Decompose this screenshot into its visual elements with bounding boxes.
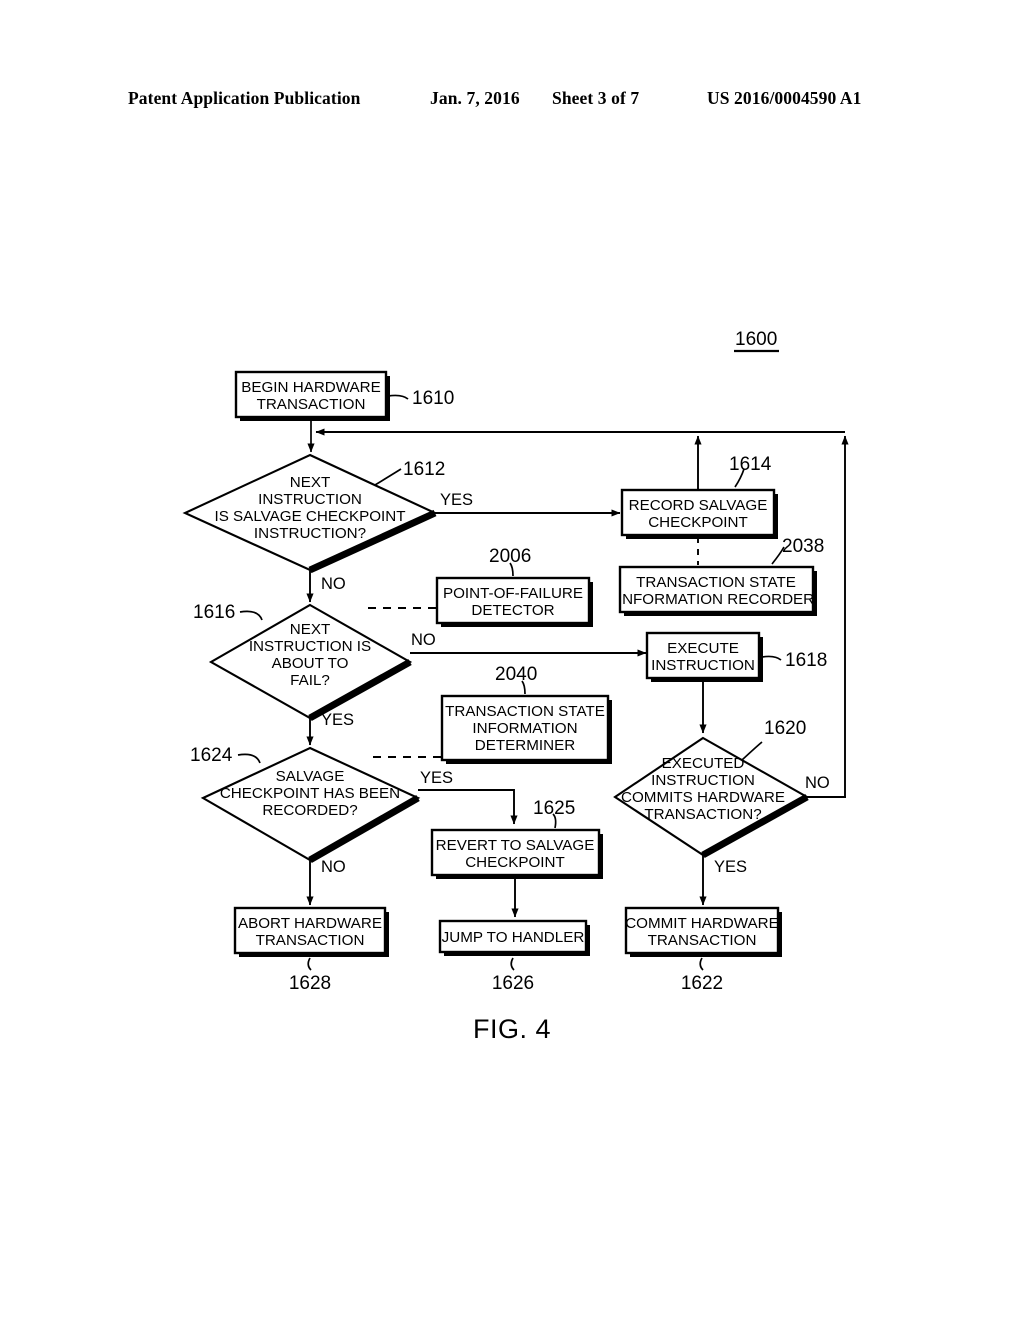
ref-2006: 2006 [489, 546, 531, 567]
node-execute-instruction: EXECUTE INSTRUCTION 1618 [645, 631, 827, 682]
d1624-line2: CHECKPOINT HAS BEEN [220, 785, 400, 802]
node-begin-hardware-transaction: BEGIN HARDWARE TRANSACTION 1610 [234, 370, 454, 421]
edge-1616-no: NO [410, 631, 647, 657]
edge-1624-yes: YES [418, 769, 518, 825]
d1612-line2: INSTRUCTION [258, 491, 362, 508]
figure-caption: FIG. 4 [472, 1014, 551, 1044]
n1622-line2: TRANSACTION [648, 932, 757, 949]
node-transaction-state-information-determiner: TRANSACTION STATE INFORMATION DETERMINER… [440, 664, 612, 764]
ref-1618: 1618 [785, 650, 827, 671]
ref-1614: 1614 [729, 454, 772, 475]
edge-1612-no: NO [306, 570, 346, 603]
n2040-line1: TRANSACTION STATE [445, 703, 605, 720]
label-yes-1624: YES [420, 769, 453, 787]
label-yes-1616: YES [321, 711, 354, 729]
d1624-line1: SALVAGE [276, 768, 345, 785]
ref-1626: 1626 [492, 973, 534, 994]
n1625-line2: CHECKPOINT [465, 854, 565, 871]
d1616-line2: INSTRUCTION IS [249, 638, 371, 655]
d1616-line1: NEXT [290, 621, 331, 638]
ref-1616: 1616 [193, 602, 235, 623]
diagram-ref-1600: 1600 [734, 329, 779, 353]
n2006-line2: DETECTOR [471, 602, 554, 619]
node-next-instruction-about-to-fail: NEXT INSTRUCTION IS ABOUT TO FAIL? 1616 [193, 602, 413, 722]
ref-1610: 1610 [412, 388, 454, 409]
edge-1612-yes: YES [435, 491, 621, 517]
node-is-salvage-checkpoint-instruction: NEXT INSTRUCTION IS SALVAGE CHECKPOINT I… [182, 453, 445, 574]
n2040-line2: INFORMATION [472, 720, 577, 737]
n2038-line2: INFORMATION RECORDER [618, 591, 814, 608]
node-jump-to-handler: JUMP TO HANDLER 1626 [438, 919, 590, 994]
node-record-salvage-checkpoint: RECORD SALVAGE CHECKPOINT 1614 [620, 454, 778, 539]
d1616-line4: FAIL? [290, 672, 330, 689]
node-revert-to-salvage-checkpoint: REVERT TO SALVAGE CHECKPOINT 1625 [430, 798, 603, 879]
d1620-line3: COMMITS HARDWARE [621, 789, 785, 806]
label-no-1624: NO [321, 858, 346, 876]
edge-1620-yes: YES [699, 855, 747, 906]
node-abort-hardware-transaction: ABORT HARDWARE TRANSACTION 1628 [233, 906, 389, 994]
d1620-line1: EXECUTED [662, 755, 745, 772]
node-salvage-checkpoint-has-been-recorded: SALVAGE CHECKPOINT HAS BEEN RECORDED? 16… [190, 745, 421, 864]
ref-1620: 1620 [764, 718, 806, 739]
diagram-ref-1600-label: 1600 [735, 329, 777, 350]
label-no-1616: NO [411, 631, 436, 649]
label-yes-1620: YES [714, 858, 747, 876]
n1625-line1: REVERT TO SALVAGE [436, 837, 595, 854]
ref-2040: 2040 [495, 664, 537, 685]
begin-label-1: BEGIN HARDWARE [241, 379, 381, 396]
ref-1612: 1612 [403, 459, 445, 480]
ref-1628: 1628 [289, 973, 331, 994]
label-no-1620: NO [805, 774, 830, 792]
n1614-line1: RECORD SALVAGE [629, 497, 768, 514]
node-transaction-state-information-recorder: TRANSACTION STATE INFORMATION RECORDER 2… [618, 536, 824, 616]
label-yes-1612: YES [440, 491, 473, 509]
node-executed-instruction-commits-hardware-transaction: EXECUTED INSTRUCTION COMMITS HARDWARE TR… [613, 718, 810, 859]
n1622-line1: COMMIT HARDWARE [625, 915, 779, 932]
n1628-line1: ABORT HARDWARE [238, 915, 382, 932]
n1618-line2: INSTRUCTION [651, 657, 755, 674]
flowchart-1600: 1600 BEGIN HARDWARE TRANSACTION 1610 NEX… [182, 329, 849, 994]
n1628-line2: TRANSACTION [256, 932, 365, 949]
d1616-line3: ABOUT TO [272, 655, 349, 672]
d1624-line3: RECORDED? [262, 802, 357, 819]
d1612-line4: INSTRUCTION? [254, 525, 366, 542]
n2038-line1: TRANSACTION STATE [636, 574, 796, 591]
edge-1624-no: NO [306, 858, 346, 906]
node-point-of-failure-detector: POINT-OF-FAILURE DETECTOR 2006 [435, 546, 593, 627]
d1620-line2: INSTRUCTION [651, 772, 755, 789]
n1626-line1: JUMP TO HANDLER [442, 929, 585, 946]
label-no-1612: NO [321, 575, 346, 593]
n1618-line1: EXECUTE [667, 640, 739, 657]
n2040-line3: DETERMINER [475, 737, 575, 754]
ref-2038: 2038 [782, 536, 824, 557]
n2006-line1: POINT-OF-FAILURE [443, 585, 583, 602]
ref-1625: 1625 [533, 798, 575, 819]
d1620-line4: TRANSACTION? [644, 806, 761, 823]
d1612-line3: IS SALVAGE CHECKPOINT [214, 508, 405, 525]
begin-label-2: TRANSACTION [257, 396, 366, 413]
edge-1620-no: NO [805, 774, 846, 798]
node-commit-hardware-transaction: COMMIT HARDWARE TRANSACTION 1622 [624, 906, 782, 994]
d1612-line1: NEXT [290, 474, 331, 491]
ref-1624: 1624 [190, 745, 233, 766]
n1614-line2: CHECKPOINT [648, 514, 748, 531]
patent-drawing-sheet: Patent Application Publication Jan. 7, 2… [0, 0, 1024, 1320]
ref-1622: 1622 [681, 973, 723, 994]
